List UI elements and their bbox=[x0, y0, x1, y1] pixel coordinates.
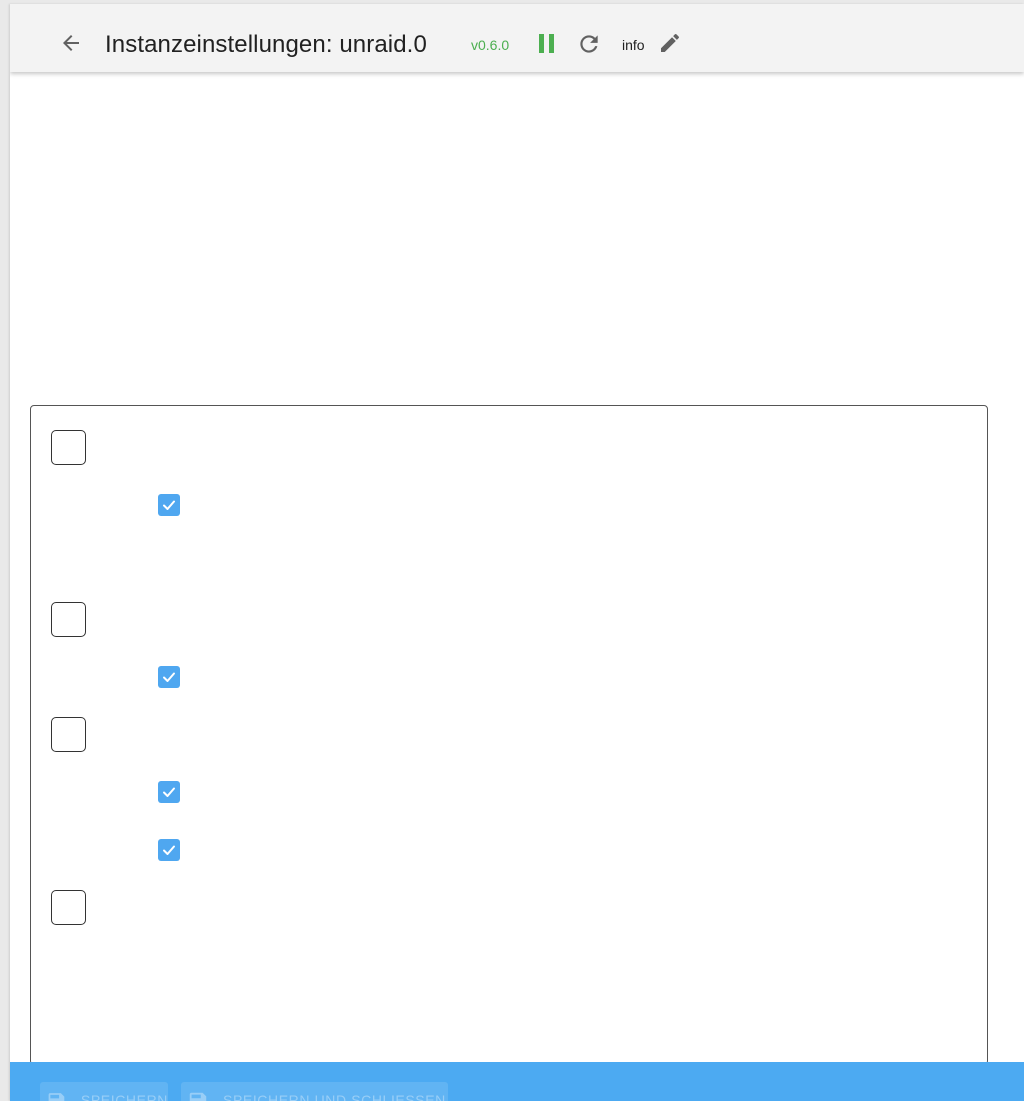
save-icon bbox=[48, 1093, 65, 1101]
info-label: info bbox=[622, 37, 645, 53]
group-checkbox-3[interactable] bbox=[51, 717, 86, 752]
save-button[interactable]: SPEICHERN bbox=[40, 1082, 168, 1101]
check-icon bbox=[163, 787, 175, 797]
reload-icon bbox=[580, 35, 598, 53]
settings-panel bbox=[30, 405, 988, 1065]
toolbar: Instanzeinstellungen: unraid.0 v0.6.0 in… bbox=[10, 4, 1024, 72]
check-icon bbox=[163, 672, 175, 682]
back-button[interactable] bbox=[54, 26, 88, 60]
check-icon bbox=[163, 500, 175, 510]
instance-settings-dialog: Instanzeinstellungen: unraid.0 v0.6.0 in… bbox=[10, 4, 1024, 1101]
pause-icon bbox=[539, 34, 554, 53]
option-checkbox-2[interactable] bbox=[158, 666, 180, 688]
check-icon bbox=[163, 845, 175, 855]
option-checkbox-4[interactable] bbox=[158, 839, 180, 861]
group-checkbox-4[interactable] bbox=[51, 890, 86, 925]
save-and-close-button-label: SPEICHERN UND SCHLIESSEN bbox=[223, 1092, 446, 1101]
reload-instance-button[interactable] bbox=[574, 28, 604, 60]
save-button-label: SPEICHERN bbox=[80, 1092, 168, 1101]
bottom-action-bar: SPEICHERN SPEICHERN UND SCHLIESSEN bbox=[10, 1062, 1024, 1101]
edit-button[interactable] bbox=[656, 28, 684, 58]
option-checkbox-3[interactable] bbox=[158, 781, 180, 803]
save-and-close-button[interactable]: SPEICHERN UND SCHLIESSEN bbox=[181, 1082, 448, 1101]
version-label: v0.6.0 bbox=[471, 37, 510, 53]
save-icon bbox=[189, 1092, 207, 1101]
option-checkbox-1[interactable] bbox=[158, 494, 180, 516]
group-checkbox-2[interactable] bbox=[51, 602, 86, 637]
pause-instance-button[interactable] bbox=[533, 28, 561, 60]
group-checkbox-1[interactable] bbox=[51, 430, 86, 465]
page-title: Instanzeinstellungen: unraid.0 bbox=[105, 31, 427, 58]
arrow-back-icon bbox=[63, 35, 79, 51]
pencil-icon bbox=[661, 33, 680, 52]
